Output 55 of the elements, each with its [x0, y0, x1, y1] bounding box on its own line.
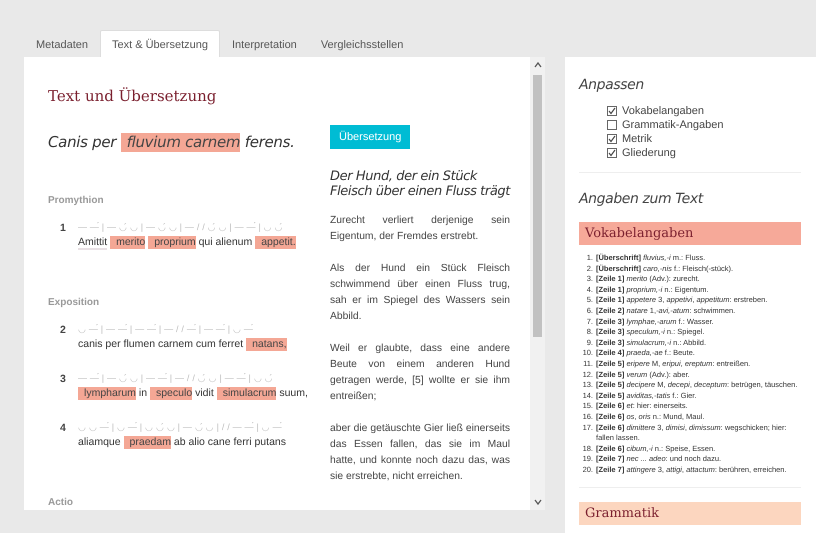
vocabulary-highlight[interactable]: speculo	[150, 387, 192, 400]
tab[interactable]: Text & Übersetzung	[100, 30, 220, 57]
option-label: Vokabelangaben	[622, 104, 704, 116]
meter-scansion: — —́ | — ◡́ ◡ | — —́ | — / / ◡́ ◡ | — —́ | ◡ ◡́	[78, 373, 274, 383]
tab[interactable]: Metadaten	[24, 30, 100, 57]
vocabulary-highlight[interactable]: simulacrum	[216, 387, 276, 400]
scroll-up-icon[interactable]	[534, 61, 542, 69]
translation-paragraph: Zurecht verliert derjenige sein Eigentum, der Fremdes erstrebt.	[330, 214, 510, 244]
line-number: 4	[59, 422, 67, 436]
scroll-bar[interactable]	[530, 57, 545, 510]
checkbox[interactable]	[607, 148, 617, 158]
section-label: Actio	[48, 497, 74, 508]
section-label: Promythion	[48, 195, 105, 206]
checkbox[interactable]	[607, 120, 617, 130]
vocabulary-highlight[interactable]: natans,	[246, 338, 287, 351]
latin-text: aliamque	[78, 436, 121, 448]
grammar-underline[interactable]: Amittit	[78, 236, 108, 250]
latin-text: vidit	[195, 387, 214, 399]
tab[interactable]: Interpretation	[220, 30, 309, 57]
vocabulary-highlight[interactable]: proprium	[148, 236, 196, 249]
line-number: 2	[59, 324, 67, 338]
latin-text: in	[138, 387, 148, 399]
latin-text: ab alio cane ferri putans	[174, 436, 286, 448]
translation-paragraph: Weil er glaubte, dass eine andere Beute von einem anderen Hund getragen werde, [5] wollte er sie ihm entreißen;	[330, 342, 510, 404]
scroll-down-icon[interactable]	[534, 498, 542, 506]
latin-text: ferens.	[244, 133, 295, 151]
latin-text: canis per flumen carnem cum ferret	[78, 338, 244, 350]
translation-paragraph: Als der Hund ein Stück Fleisch schwimmend über einen Fluss trug, sah er im Spiegel des Wassers sein Abbild.	[330, 262, 510, 324]
vocabulary-highlight[interactable]: praedam	[124, 436, 171, 449]
vocabulary-header[interactable]: Vokabelangaben	[579, 222, 801, 245]
section-heading: Text und Übersetzung	[48, 87, 218, 105]
vocabulary-highlight[interactable]: fluvium carnem	[120, 133, 240, 152]
meter-scansion: ◡ —́ | — —́ | — —́ | — / / —́ | — —́ | ◡ —́	[78, 324, 254, 334]
latin-text: Canis per	[48, 133, 116, 151]
vocabulary-highlight[interactable]: appetit.	[255, 236, 296, 249]
latin-text: qui alienum	[198, 236, 252, 248]
grammar-header[interactable]: Grammatik	[579, 502, 801, 526]
checkbox[interactable]	[607, 106, 617, 116]
checkbox[interactable]	[607, 134, 617, 144]
panel-heading: Anpassen	[579, 77, 645, 93]
meter-scansion: ◡ ◡ —́ | ◡ —́ | ◡ ◡́ ◡ | — ◡́ ◡ | / / — —́ | ◡ —́	[78, 422, 283, 432]
vocabulary-highlight[interactable]: lympharum	[78, 387, 136, 400]
tab[interactable]: Vergleichsstellen	[308, 30, 416, 57]
panel-heading: Angaben zum Text	[579, 191, 705, 207]
vocabulary-highlight[interactable]: merito	[110, 236, 146, 249]
latin-text: suum,	[279, 387, 308, 399]
meter-scansion: — —́ | — ◡́ ◡ | — ◡́ ◡ | — / / ◡́ ◡ | — —́ | ◡ ◡́	[78, 222, 284, 232]
translation-paragraph: aber die getäuschte Gier ließ einerseits das Essen fallen, das sie im Maul hatte, und konnte noch dazu das, was sie erstrebte, nicht erreichen.	[330, 422, 510, 484]
line-number: 1	[59, 222, 67, 236]
option-label: Gliederung	[622, 146, 676, 158]
line-number: 3	[59, 373, 67, 387]
section-label: Exposition	[48, 297, 100, 308]
translation-title: Der Hund, der ein Stück Fleisch über einen Fluss trägt	[330, 169, 510, 199]
option-label: Grammatik-Angaben	[622, 118, 724, 130]
option-label: Metrik	[622, 132, 652, 144]
